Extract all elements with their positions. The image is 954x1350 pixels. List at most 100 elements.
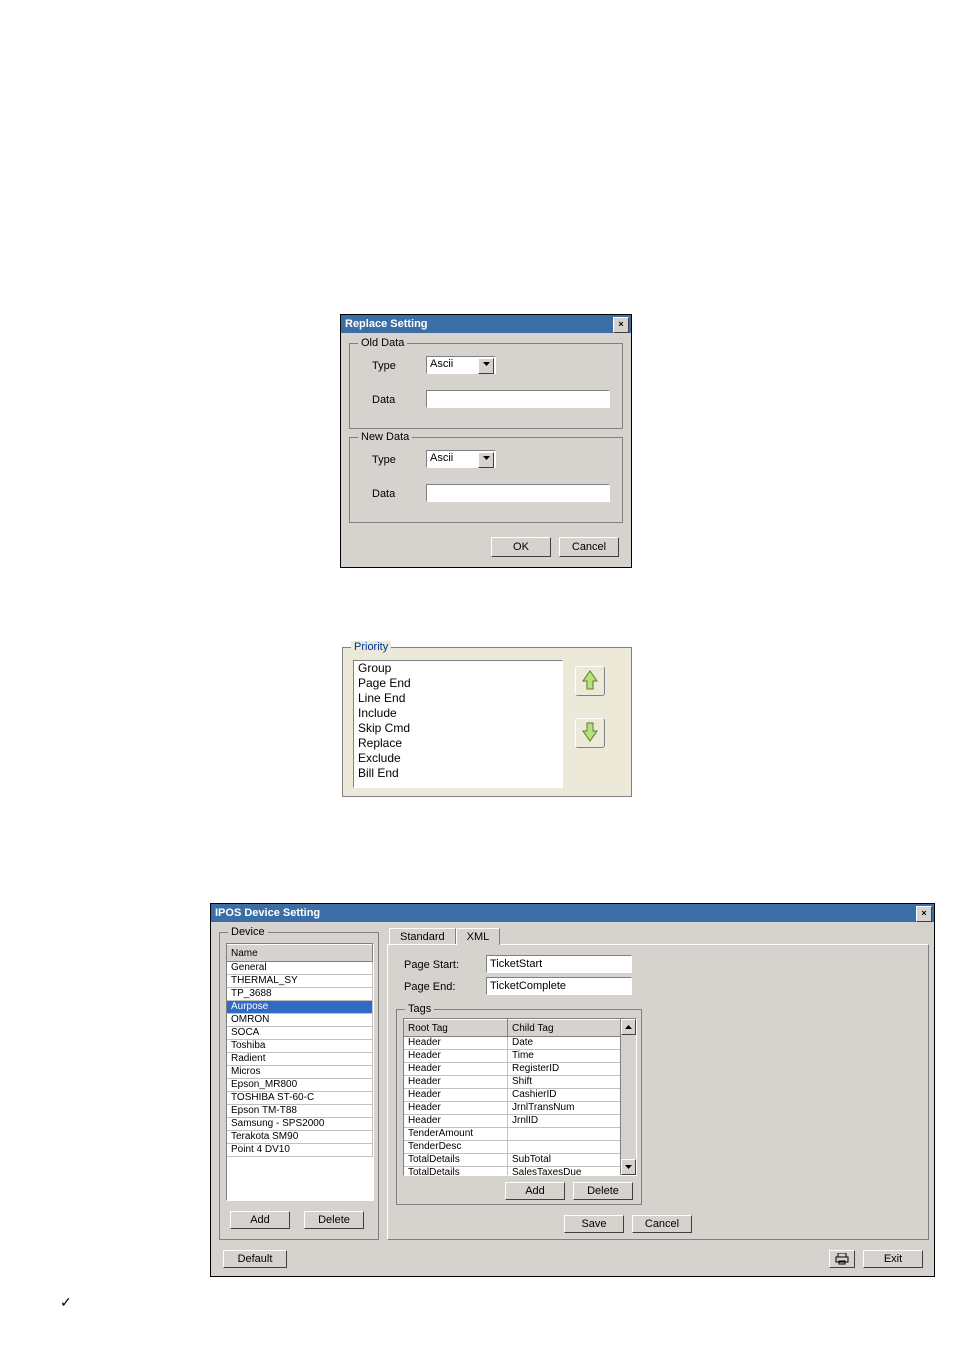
replace-setting-title: Replace Setting xyxy=(345,318,428,330)
save-button[interactable]: Save xyxy=(564,1215,624,1233)
page-end-label: Page End: xyxy=(404,981,455,993)
ok-button[interactable]: OK xyxy=(491,537,551,557)
new-type-value: Ascii xyxy=(430,452,453,464)
old-data-input[interactable] xyxy=(426,390,610,408)
device-group: Device NameGeneralTHERMAL_SYTP_3688Aurpo… xyxy=(219,932,379,1240)
table-row[interactable]: Epson_MR800 xyxy=(227,1079,373,1092)
tab-xml[interactable]: XML xyxy=(456,928,501,945)
table-row[interactable]: Radient xyxy=(227,1053,373,1066)
table-row[interactable]: TotalDetails xyxy=(404,1167,508,1177)
arrow-up-icon xyxy=(581,669,599,691)
chevron-down-icon[interactable] xyxy=(478,358,494,374)
old-type-select[interactable]: Ascii xyxy=(426,356,496,374)
device-list[interactable]: NameGeneralTHERMAL_SYTP_3688AurposeOMRON… xyxy=(226,943,374,1201)
table-row[interactable]: Epson TM-T88 xyxy=(227,1105,373,1118)
cancel-button[interactable]: Cancel xyxy=(559,537,619,557)
ipos-title: IPOS Device Setting xyxy=(215,907,320,919)
table-row[interactable]: Aurpose xyxy=(227,1001,373,1014)
device-name-col: Name xyxy=(227,945,373,962)
new-data-input[interactable] xyxy=(426,484,610,502)
table-row[interactable]: THERMAL_SY xyxy=(227,975,373,988)
new-type-label: Type xyxy=(372,454,396,466)
close-icon[interactable]: × xyxy=(916,906,932,922)
table-row[interactable]: General xyxy=(227,962,373,975)
list-item[interactable]: Exclude xyxy=(354,751,562,766)
tags-grid[interactable]: Root Tag Child Tag HeaderDateHeaderTimeH… xyxy=(403,1018,637,1176)
list-item[interactable]: Line End xyxy=(354,691,562,706)
print-button[interactable] xyxy=(829,1250,855,1268)
priority-legend: Priority xyxy=(351,641,391,653)
list-item[interactable]: Group xyxy=(354,661,562,676)
list-item[interactable]: Page End xyxy=(354,676,562,691)
tags-root-col: Root Tag xyxy=(404,1020,508,1037)
table-row[interactable]: TOSHIBA ST-60-C xyxy=(227,1092,373,1105)
list-item[interactable]: Include xyxy=(354,706,562,721)
list-item[interactable]: Skip Cmd xyxy=(354,721,562,736)
table-row[interactable]: Header xyxy=(404,1102,508,1115)
table-row[interactable]: Header xyxy=(404,1076,508,1089)
table-row[interactable]: Terakota SM90 xyxy=(227,1131,373,1144)
printer-icon xyxy=(835,1253,849,1265)
exit-button[interactable]: Exit xyxy=(863,1250,923,1268)
table-row[interactable]: JrnlID xyxy=(508,1115,622,1128)
tags-delete-button[interactable]: Delete xyxy=(573,1182,633,1200)
old-data-group: Old Data Type Ascii Data xyxy=(349,343,623,429)
tags-add-button[interactable]: Add xyxy=(505,1182,565,1200)
table-row[interactable] xyxy=(508,1141,622,1154)
page-start-label: Page Start: xyxy=(404,959,459,971)
page-end-input[interactable] xyxy=(486,977,632,995)
table-row[interactable]: CashierID xyxy=(508,1089,622,1102)
table-row[interactable] xyxy=(508,1128,622,1141)
scroll-down-icon[interactable] xyxy=(621,1159,636,1175)
old-data-label: Data xyxy=(372,394,395,406)
table-row[interactable]: JrnlTransNum xyxy=(508,1102,622,1115)
new-data-legend: New Data xyxy=(358,431,412,443)
table-row[interactable]: SubTotal xyxy=(508,1154,622,1167)
scroll-up-icon[interactable] xyxy=(621,1019,636,1035)
default-button[interactable]: Default xyxy=(223,1250,287,1268)
tags-legend: Tags xyxy=(405,1003,434,1015)
chevron-down-icon[interactable] xyxy=(478,452,494,468)
old-type-label: Type xyxy=(372,360,396,372)
table-row[interactable]: SOCA xyxy=(227,1027,373,1040)
tags-scrollbar[interactable] xyxy=(620,1019,636,1175)
table-row[interactable]: Samsung - SPS2000 xyxy=(227,1118,373,1131)
table-row[interactable]: Header xyxy=(404,1050,508,1063)
ipos-titlebar: IPOS Device Setting × xyxy=(211,904,934,922)
priority-list[interactable]: GroupPage EndLine EndIncludeSkip CmdRepl… xyxy=(353,660,563,788)
ipos-device-setting-dialog: IPOS Device Setting × Device NameGeneral… xyxy=(210,903,935,1277)
table-row[interactable]: TenderDesc xyxy=(404,1141,508,1154)
replace-setting-dialog: Replace Setting × Old Data Type Ascii Da… xyxy=(340,314,632,568)
move-up-button[interactable] xyxy=(575,666,605,696)
table-row[interactable]: Header xyxy=(404,1089,508,1102)
device-add-button[interactable]: Add xyxy=(230,1211,290,1229)
old-type-value: Ascii xyxy=(430,358,453,370)
table-row[interactable]: OMRON xyxy=(227,1014,373,1027)
list-item[interactable]: Bill End xyxy=(354,766,562,781)
table-row[interactable]: TenderAmount xyxy=(404,1128,508,1141)
tags-child-col: Child Tag xyxy=(508,1020,622,1037)
settings-tabs: StandardXML xyxy=(389,928,500,945)
move-down-button[interactable] xyxy=(575,718,605,748)
table-row[interactable]: Date xyxy=(508,1037,622,1050)
table-row[interactable]: Header xyxy=(404,1115,508,1128)
device-delete-button[interactable]: Delete xyxy=(304,1211,364,1229)
page-start-input[interactable] xyxy=(486,955,632,973)
ipos-cancel-button[interactable]: Cancel xyxy=(632,1215,692,1233)
table-row[interactable]: SalesTaxesDue xyxy=(508,1167,622,1177)
table-row[interactable]: Shift xyxy=(508,1076,622,1089)
table-row[interactable]: Header xyxy=(404,1063,508,1076)
table-row[interactable]: Micros xyxy=(227,1066,373,1079)
replace-setting-titlebar: Replace Setting × xyxy=(341,315,631,333)
table-row[interactable]: TotalDetails xyxy=(404,1154,508,1167)
table-row[interactable]: RegisterID xyxy=(508,1063,622,1076)
table-row[interactable]: Header xyxy=(404,1037,508,1050)
tab-standard[interactable]: Standard xyxy=(389,928,456,945)
list-item[interactable]: Replace xyxy=(354,736,562,751)
table-row[interactable]: Point 4 DV10 xyxy=(227,1144,373,1157)
table-row[interactable]: Time xyxy=(508,1050,622,1063)
close-icon[interactable]: × xyxy=(613,317,629,333)
table-row[interactable]: Toshiba xyxy=(227,1040,373,1053)
table-row[interactable]: TP_3688 xyxy=(227,988,373,1001)
new-type-select[interactable]: Ascii xyxy=(426,450,496,468)
